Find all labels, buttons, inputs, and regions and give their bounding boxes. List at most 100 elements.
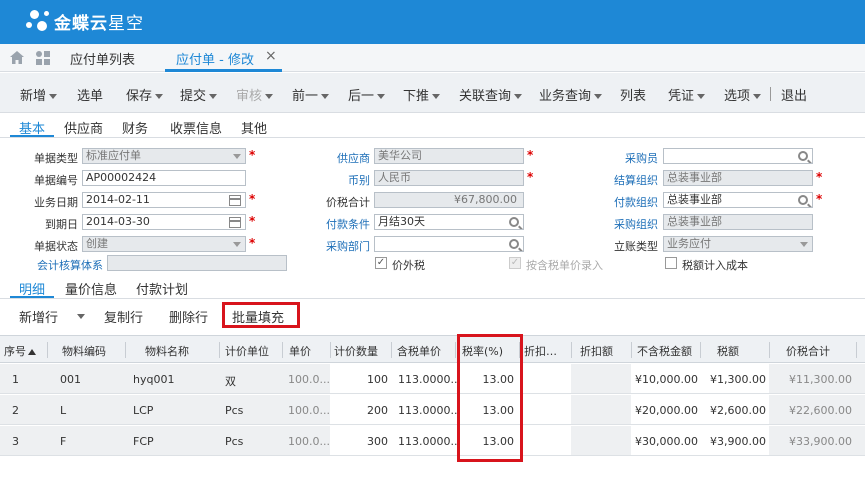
tab-pay-plan[interactable]: 付款计划 xyxy=(136,279,188,298)
tab-finance[interactable]: 财务 xyxy=(122,118,148,137)
tab-invoice-info[interactable]: 收票信息 xyxy=(170,118,222,137)
cell-tax-unit-price[interactable]: 113.0000... xyxy=(398,435,461,448)
buyer-input[interactable] xyxy=(663,148,813,164)
options-button[interactable]: 选项 xyxy=(724,85,762,104)
doc-type-select[interactable]: 标准应付单 xyxy=(82,148,246,164)
home-icon[interactable] xyxy=(10,51,24,64)
search-icon[interactable] xyxy=(509,239,519,249)
doc-no-input[interactable]: AP00002424 xyxy=(82,170,246,186)
tax-in-cost-checkbox[interactable] xyxy=(665,257,677,269)
purchase-org-input[interactable]: 总装事业部 xyxy=(663,214,813,230)
exit-button[interactable]: 退出 xyxy=(781,85,807,104)
related-query-button[interactable]: 关联查询 xyxy=(459,85,523,104)
col-header-tax-unit-price[interactable]: 含税单价 xyxy=(397,343,441,359)
cell-unit-price[interactable]: 100.0... xyxy=(288,435,330,448)
search-icon[interactable] xyxy=(798,151,808,161)
pay-org-input[interactable]: 总装事业部 xyxy=(663,192,813,208)
column-divider[interactable] xyxy=(700,342,701,358)
submit-button[interactable]: 提交 xyxy=(180,85,218,104)
column-divider[interactable] xyxy=(330,342,331,358)
table-row[interactable]: 2 L LCP Pcs 100.0... 200 113.0000... 13.… xyxy=(0,395,865,425)
col-header-material-name[interactable]: 物料名称 xyxy=(145,343,189,359)
copy-row-button[interactable]: 复制行 xyxy=(104,307,143,326)
supplier-label[interactable]: 供应商 xyxy=(310,150,370,166)
push-down-button[interactable]: 下推 xyxy=(403,85,441,104)
apps-icon[interactable] xyxy=(36,51,50,65)
col-header-discount-amount[interactable]: 折扣额 xyxy=(580,343,613,359)
currency-label[interactable]: 币别 xyxy=(310,172,370,188)
col-header-price-qty[interactable]: 计价数量 xyxy=(334,343,378,359)
cell-amount-excl-tax[interactable]: ¥10,000.00 xyxy=(634,373,698,386)
column-divider[interactable] xyxy=(47,342,48,358)
col-header-amount-excl-tax[interactable]: 不含税金额 xyxy=(637,343,692,359)
column-divider[interactable] xyxy=(219,342,220,358)
doc-status-select[interactable]: 创建 xyxy=(82,236,246,252)
select-bill-button[interactable]: 选单 xyxy=(77,85,103,104)
pay-terms-label[interactable]: 付款条件 xyxy=(310,216,370,232)
voucher-button[interactable]: 凭证 xyxy=(668,85,706,104)
new-button[interactable]: 新增 xyxy=(20,85,58,104)
cell-price-qty[interactable]: 300 xyxy=(340,435,388,448)
add-row-button[interactable]: 新增行 xyxy=(19,307,58,326)
chevron-down-icon[interactable] xyxy=(77,314,85,319)
business-query-button[interactable]: 业务查询 xyxy=(539,85,603,104)
tab-qty-price[interactable]: 量价信息 xyxy=(65,279,117,298)
search-icon[interactable] xyxy=(798,195,808,205)
buyer-label[interactable]: 采购员 xyxy=(598,150,658,166)
cell-material-code[interactable]: 001 xyxy=(60,373,81,386)
purchase-dept-input[interactable] xyxy=(374,236,524,252)
audit-button[interactable]: 审核 xyxy=(236,85,274,104)
close-tab-icon[interactable]: × xyxy=(265,48,277,64)
pay-org-label[interactable]: 付款组织 xyxy=(598,194,658,210)
settle-org-input[interactable]: 总装事业部 xyxy=(663,170,813,186)
currency-input[interactable]: 人民币 xyxy=(374,170,524,186)
cell-tax-amount[interactable]: ¥1,300.00 xyxy=(702,373,766,386)
cell-price-qty[interactable]: 200 xyxy=(340,404,388,417)
previous-button[interactable]: 前一 xyxy=(292,85,330,104)
tab-ap-list[interactable]: 应付单列表 xyxy=(70,49,135,68)
table-row[interactable]: 1 001 hyq001 双 100.0... 100 113.0000... … xyxy=(0,364,865,394)
table-row[interactable]: 3 F FCP Pcs 100.0... 300 113.0000... 13.… xyxy=(0,426,865,456)
column-divider[interactable] xyxy=(856,342,857,358)
tab-supplier[interactable]: 供应商 xyxy=(64,118,103,137)
supplier-input[interactable]: 美华公司 xyxy=(374,148,524,164)
acct-system-label[interactable]: 会计核算体系 xyxy=(18,257,103,273)
cell-price-unit[interactable]: 双 xyxy=(225,373,236,389)
cell-tax-unit-price[interactable]: 113.0000... xyxy=(398,404,461,417)
col-header-tax-amount[interactable]: 税额 xyxy=(717,343,739,359)
purchase-org-label[interactable]: 采购组织 xyxy=(598,216,658,232)
search-icon[interactable] xyxy=(509,217,519,227)
cell-tax-amount[interactable]: ¥2,600.00 xyxy=(702,404,766,417)
cell-price-unit[interactable]: Pcs xyxy=(225,404,243,417)
by-tax-price-checkbox[interactable]: ✓ xyxy=(509,257,521,269)
cell-unit-price[interactable]: 100.0... xyxy=(288,373,330,386)
column-divider[interactable] xyxy=(391,342,392,358)
acct-system-input[interactable] xyxy=(107,255,287,271)
next-button[interactable]: 后一 xyxy=(348,85,386,104)
cell-amount-excl-tax[interactable]: ¥20,000.00 xyxy=(634,404,698,417)
account-type-select[interactable]: 业务应付 xyxy=(663,236,813,252)
pay-terms-input[interactable]: 月结30天 xyxy=(374,214,524,230)
biz-date-input[interactable]: 2014-02-11 xyxy=(82,192,246,208)
col-header-total-incl-tax[interactable]: 价税合计 xyxy=(786,343,830,359)
list-button[interactable]: 列表 xyxy=(620,85,646,104)
cell-material-code[interactable]: L xyxy=(60,404,66,417)
tab-other[interactable]: 其他 xyxy=(241,118,267,137)
cell-price-unit[interactable]: Pcs xyxy=(225,435,243,448)
calendar-icon[interactable] xyxy=(229,217,241,228)
column-divider[interactable] xyxy=(455,342,456,358)
column-divider[interactable] xyxy=(282,342,283,358)
cell-amount-excl-tax[interactable]: ¥30,000.00 xyxy=(634,435,698,448)
cell-price-qty[interactable]: 100 xyxy=(340,373,388,386)
column-divider[interactable] xyxy=(571,342,572,358)
col-header-material-code[interactable]: 物料编码 xyxy=(62,343,106,359)
cell-unit-price[interactable]: 100.0... xyxy=(288,404,330,417)
col-header-price-unit[interactable]: 计价单位 xyxy=(225,343,269,359)
settle-org-label[interactable]: 结算组织 xyxy=(598,172,658,188)
column-divider[interactable] xyxy=(125,342,126,358)
cell-tax-amount[interactable]: ¥3,900.00 xyxy=(702,435,766,448)
column-divider[interactable] xyxy=(769,342,770,358)
tab-ap-edit[interactable]: 应付单 - 修改 xyxy=(176,49,254,68)
calendar-icon[interactable] xyxy=(229,195,241,206)
column-divider[interactable] xyxy=(631,342,632,358)
